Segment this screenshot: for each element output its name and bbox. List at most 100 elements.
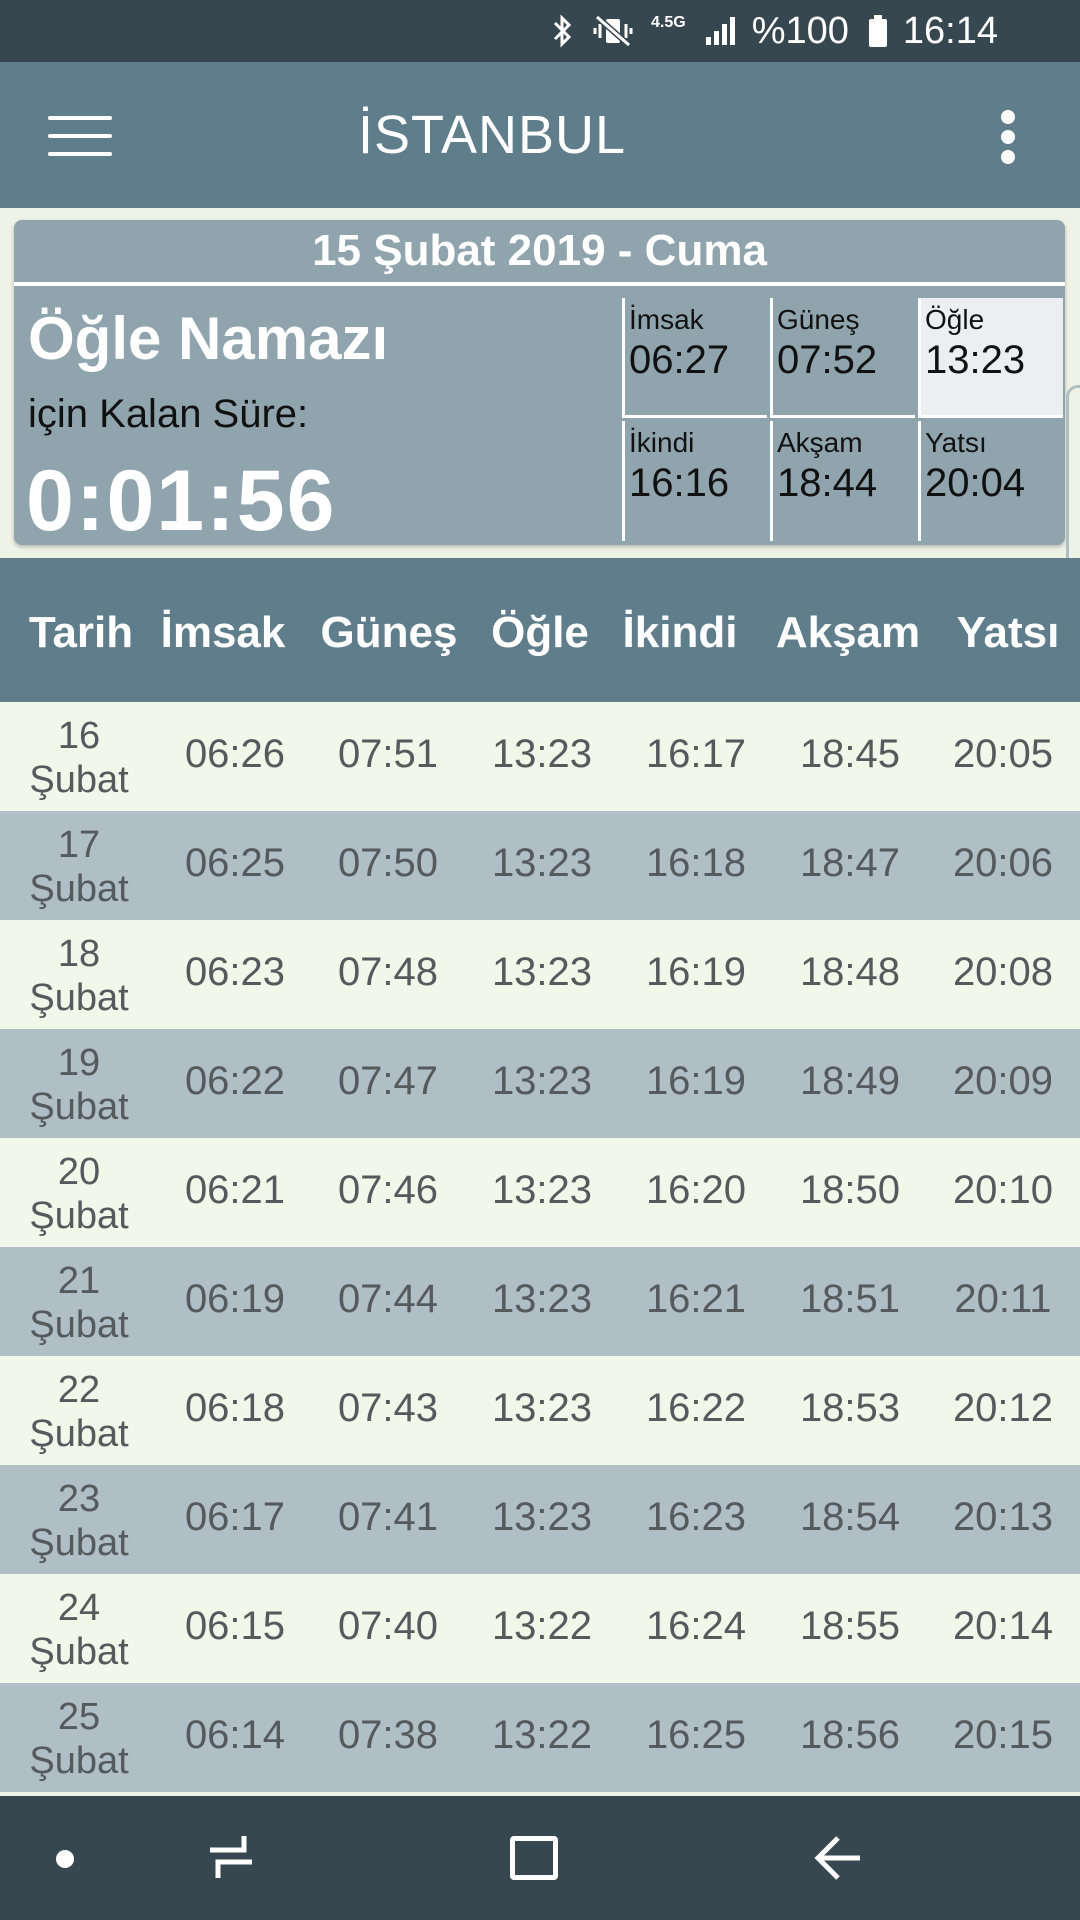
cell-yatsi: 20:13 (952, 1495, 1054, 1539)
cell-yatsi: 20:15 (952, 1713, 1054, 1757)
cell-yatsi: 20:05 (952, 732, 1054, 776)
recent-apps-icon[interactable] (206, 1832, 256, 1887)
cell-gunes: 07:46 (337, 1168, 439, 1212)
table-row: 17 Şubat 06:25 07:50 13:23 16:18 18:47 20… (0, 811, 1080, 920)
cell-yatsi: 20:14 (952, 1604, 1054, 1648)
cell-ogle: 13:23 (491, 841, 593, 885)
cell-ikindi: 16:25 (645, 1713, 747, 1757)
today-cell-ogle: Öğle 13:23 (918, 298, 1063, 418)
table-row: 19 Şubat 06:22 07:47 13:23 16:19 18:49 20… (0, 1029, 1080, 1138)
today-card: 15 Şubat 2019 - Cuma Öğle Namazı için Ka… (14, 220, 1065, 545)
nav-dot-icon[interactable] (56, 1850, 74, 1868)
card-divider (14, 282, 1065, 286)
table-row: 24 Şubat 06:15 07:40 13:22 16:24 18:55 20… (0, 1574, 1080, 1683)
row-date: 25 Şubat (29, 1696, 129, 1782)
cell-aksam: 18:50 (799, 1168, 901, 1212)
cell-ikindi: 16:23 (645, 1495, 747, 1539)
countdown-timer: 0:01:56 (26, 453, 337, 545)
header-aksam: Akşam (775, 608, 921, 657)
row-date: 18 Şubat (29, 933, 129, 1019)
cell-ogle: 13:23 (491, 732, 593, 776)
cell-imsak: 06:23 (184, 950, 286, 994)
header-ogle: Öğle (491, 608, 589, 657)
row-date: 23 Şubat (29, 1478, 129, 1564)
cell-yatsi: 20:09 (952, 1059, 1054, 1103)
cell-gunes: 07:38 (337, 1713, 439, 1757)
row-date: 20 Şubat (29, 1151, 129, 1237)
status-bar: 4.5G %100 16:14 (0, 0, 1080, 62)
cell-ogle: 13:23 (491, 1495, 593, 1539)
cell-aksam: 18:48 (799, 950, 901, 994)
next-prayer-name: Öğle Namazı (28, 305, 389, 372)
signal-icon (704, 13, 738, 49)
row-date: 22 Şubat (29, 1369, 129, 1455)
back-icon[interactable] (812, 1832, 864, 1889)
cell-gunes: 07:51 (337, 732, 439, 776)
vibrate-mute-icon (593, 13, 633, 49)
header-imsak: İmsak (160, 608, 286, 657)
cell-imsak: 06:26 (184, 732, 286, 776)
cell-ikindi: 16:17 (645, 732, 747, 776)
cell-ikindi: 16:20 (645, 1168, 747, 1212)
table-row: 22 Şubat 06:18 07:43 13:23 16:22 18:53 20… (0, 1356, 1080, 1465)
today-times-grid: İmsak 06:27 Güneş 07:52 Öğle 13:23 İkind… (622, 298, 1065, 545)
today-cell-gunes: Güneş 07:52 (770, 298, 915, 418)
cell-aksam: 18:53 (799, 1386, 901, 1430)
cell-ikindi: 16:18 (645, 841, 747, 885)
header-tarih: Tarih (28, 608, 134, 657)
system-nav-bar (0, 1796, 1080, 1920)
status-clock: 16:14 (902, 9, 998, 52)
cell-yatsi: 20:11 (954, 1277, 1052, 1321)
today-cell-ikindi: İkindi 16:16 (622, 421, 767, 541)
today-cell-aksam: Akşam 18:44 (770, 421, 915, 541)
cell-gunes: 07:47 (337, 1059, 439, 1103)
cell-ikindi: 16:22 (645, 1386, 747, 1430)
cell-imsak: 06:17 (184, 1495, 286, 1539)
row-date: 21 Şubat (29, 1260, 129, 1346)
row-date: 19 Şubat (29, 1042, 129, 1128)
cell-imsak: 06:25 (184, 841, 286, 885)
cell-ikindi: 16:19 (645, 1059, 747, 1103)
cell-ikindi: 16:19 (645, 950, 747, 994)
row-date: 16 Şubat (29, 715, 129, 801)
cell-imsak: 06:18 (184, 1386, 286, 1430)
cell-ogle: 13:23 (491, 1059, 593, 1103)
cell-ogle: 13:23 (491, 950, 593, 994)
prayer-times-table[interactable]: 16 Şubat 06:26 07:51 13:23 16:17 18:45 20… (0, 702, 1080, 1792)
cell-yatsi: 20:06 (952, 841, 1054, 885)
home-icon[interactable] (510, 1836, 558, 1880)
cell-yatsi: 20:12 (952, 1386, 1054, 1430)
bluetooth-icon (551, 13, 575, 49)
cell-yatsi: 20:08 (952, 950, 1054, 994)
cell-gunes: 07:50 (337, 841, 439, 885)
cell-ogle: 13:22 (491, 1713, 593, 1757)
cell-aksam: 18:54 (799, 1495, 901, 1539)
table-row: 20 Şubat 06:21 07:46 13:23 16:20 18:50 20… (0, 1138, 1080, 1247)
row-date: 24 Şubat (29, 1587, 129, 1673)
cell-ogle: 13:23 (491, 1168, 593, 1212)
cell-yatsi: 20:10 (952, 1168, 1054, 1212)
header-gunes: Güneş (320, 608, 458, 657)
today-cell-imsak: İmsak 06:27 (622, 298, 767, 418)
cell-imsak: 06:15 (184, 1604, 286, 1648)
cell-imsak: 06:22 (184, 1059, 286, 1103)
row-date: 17 Şubat (29, 824, 129, 910)
cell-gunes: 07:44 (337, 1277, 439, 1321)
battery-percent: %100 (751, 9, 849, 52)
current-date: 15 Şubat 2019 - Cuma (312, 226, 767, 275)
cell-aksam: 18:55 (799, 1604, 901, 1648)
table-row: 23 Şubat 06:17 07:41 13:23 16:23 18:54 20… (0, 1465, 1080, 1574)
cell-gunes: 07:43 (337, 1386, 439, 1430)
cell-aksam: 18:47 (799, 841, 901, 885)
table-row: 21 Şubat 06:19 07:44 13:23 16:21 18:51 20… (0, 1247, 1080, 1356)
cell-imsak: 06:21 (184, 1168, 286, 1212)
cell-aksam: 18:51 (799, 1277, 901, 1321)
cell-aksam: 18:45 (799, 732, 901, 776)
cell-ogle: 13:23 (491, 1386, 593, 1430)
more-vert-icon[interactable] (996, 110, 1020, 164)
network-type: 4.5G (651, 14, 686, 31)
today-cell-yatsi: Yatsı 20:04 (918, 421, 1063, 541)
table-row: 25 Şubat 06:14 07:38 13:22 16:25 18:56 20… (0, 1683, 1080, 1792)
table-row: 16 Şubat 06:26 07:51 13:23 16:17 18:45 20… (0, 702, 1080, 811)
page-title: İSTANBUL (357, 105, 627, 165)
